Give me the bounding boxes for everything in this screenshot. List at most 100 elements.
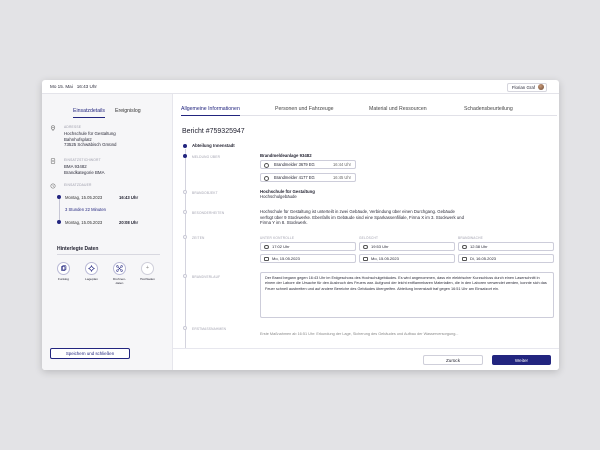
form-timeline-line (184, 149, 186, 349)
times-label: ZEITEN (192, 236, 205, 240)
report-title: Bericht #759325947 (182, 128, 245, 135)
form-footer: Zurück Weiter (173, 348, 559, 370)
clock-icon (50, 183, 56, 189)
sidebar-tabs: Einsatzdetails Ereignislog (42, 94, 172, 118)
department-dot (183, 143, 187, 148)
calendar-icon (462, 256, 467, 261)
tab-general[interactable]: Allgemeine Informationen (181, 106, 240, 116)
date-value: Di, 16.05.2023 (470, 255, 497, 261)
tab-ereignislog[interactable]: Ereignislog (115, 108, 141, 118)
timeline-start-dot (57, 195, 61, 199)
date-input-extinguished[interactable]: Mo, 15.05.2023 (359, 254, 455, 263)
department-name: Abteilung Innenstadt (192, 143, 235, 148)
current-date: Mo 15. Mai (50, 84, 73, 89)
stored-item-lageplan[interactable]: Lageplan (84, 262, 99, 286)
keyword-line: Brandkategorie BMA (64, 169, 105, 175)
description-dot (183, 210, 187, 214)
object-label: BRANDOBJEKT (192, 191, 218, 195)
main-content: Allgemeine Informationen Personen und Fa… (173, 94, 559, 370)
detector-item[interactable]: Brandmelder 3679 EG 16:44 Uhr (260, 160, 356, 169)
keyword-label: EINSATZSTICHWORT (64, 158, 101, 162)
stored-item-funklog[interactable]: Funklog (56, 262, 71, 286)
time-value: 12:38 Uhr (470, 243, 488, 249)
tab-material[interactable]: Material und Ressourcen (369, 106, 427, 112)
timeline-end-date: Montag, 15.05.2023 (65, 219, 103, 225)
address-label: ADRESSE (64, 125, 82, 129)
detector-icon (264, 162, 269, 168)
time-value: 17:02 Uhr (272, 243, 290, 249)
address-line: 73525 Schwäbisch Gmünd (64, 142, 117, 147)
time-col-label: UNTER KONTROLLE (260, 236, 295, 240)
address-block: ADRESSE Hochschule für Gestaltung Bahnho… (50, 125, 170, 155)
time-input-extinguished[interactable]: 19:53 Uhr (359, 242, 455, 251)
stored-data-list: Funklog Lageplan Drohnen-daten + Hochlad… (56, 262, 155, 286)
stored-item-drohnendaten[interactable]: Drohnen-daten (112, 262, 127, 286)
duration-label: EINSATZDAUER (64, 183, 92, 187)
stored-data-title: Hinterlegte Daten (57, 246, 99, 252)
timeline-end-dot (57, 220, 61, 224)
next-button[interactable]: Weiter (492, 355, 551, 365)
date-input-firewatch[interactable]: Di, 16.05.2023 (458, 254, 554, 263)
user-name: Florian Graf (511, 84, 535, 90)
stored-item-label: Lageplan (85, 277, 98, 281)
save-and-close-button[interactable]: Speichern und schließen (50, 348, 130, 359)
measures-text: Erste Maßnahmen ab 16:51 Uhr: Erkundung … (260, 332, 459, 336)
alarm-title: Brandmeldeanlage 93482 (260, 153, 312, 158)
time-input-firewatch[interactable]: 12:38 Uhr (458, 242, 554, 251)
back-button[interactable]: Zurück (423, 355, 483, 365)
detector-time: 16:44 Uhr (333, 162, 351, 167)
calendar-icon (264, 256, 269, 261)
plus-icon: + (141, 262, 154, 275)
calendar-icon (363, 256, 368, 261)
main-tabs: Allgemeine Informationen Personen und Fa… (181, 106, 557, 116)
measures-dot (183, 326, 187, 330)
time-input-control[interactable]: 17:02 Uhr (260, 242, 356, 251)
location-pin-icon (50, 125, 56, 131)
description-line: Firma Y im 8. Stockwerk. (260, 220, 308, 225)
timeline-start-time: 16:43 Uhr (119, 194, 139, 200)
measures-label: ERSTMASSNAHMEN (192, 327, 227, 331)
app-window: Mo 15. Mai 16:43 Uhr Florian Graf Einsat… (42, 80, 559, 370)
fire-course-textarea[interactable]: Der Brand begann gegen 16:43 Uhr im Erdg… (260, 272, 554, 318)
top-bar: Mo 15. Mai 16:43 Uhr Florian Graf (42, 80, 559, 94)
avatar (538, 84, 544, 90)
timeline-start-date: Montag, 15.05.2023 (65, 194, 103, 200)
tab-damage[interactable]: Schadensbeurteilung (464, 106, 513, 112)
tab-persons-vehicles[interactable]: Personen und Fahrzeuge (275, 106, 334, 112)
divider (57, 254, 160, 255)
keyword-block: EINSATZSTICHWORT BMA 93482 Brandkategori… (50, 158, 170, 178)
object-dot (183, 190, 187, 194)
upload-item[interactable]: + Hochladen (140, 262, 155, 286)
description-label: BESONDERHEITEN (192, 211, 225, 215)
detector-name: Brandmelder 4177 EG (274, 175, 315, 180)
radio-log-icon (57, 262, 70, 275)
time-col-label: GELÖSCHT (359, 236, 379, 240)
detector-time: 16:45 Uhr (333, 175, 351, 180)
clock-icon (462, 244, 467, 249)
alarm-dot (183, 154, 187, 158)
clock-icon (264, 244, 269, 249)
stored-item-label: Hochladen (140, 277, 155, 281)
document-icon (50, 158, 56, 164)
user-menu[interactable]: Florian Graf (506, 82, 547, 92)
drone-icon (113, 262, 126, 275)
detector-item[interactable]: Brandmelder 4177 EG 16:45 Uhr (260, 173, 356, 182)
date-value: Mo, 15.05.2023 (272, 255, 300, 261)
alarm-label: MELDUNG ÜBER (192, 155, 221, 159)
timeline-connector (58, 199, 60, 221)
date-input-control[interactable]: Mo, 15.05.2023 (260, 254, 356, 263)
sidebar: Einsatzdetails Ereignislog ADRESSE Hochs… (42, 94, 173, 370)
course-dot (183, 274, 187, 278)
current-time: 16:43 Uhr (76, 84, 97, 89)
duration-block: EINSATZDAUER (50, 183, 170, 193)
stored-item-label: Funklog (57, 277, 69, 281)
tab-einsatzdetails[interactable]: Einsatzdetails (73, 108, 106, 118)
detector-name: Brandmelder 3679 EG (274, 162, 315, 167)
timeline-end-time: 20:08 Uhr (119, 219, 139, 225)
time-value: 19:53 Uhr (371, 243, 389, 249)
course-label: BRANDVERLAUF (192, 275, 221, 279)
times-dot (183, 235, 187, 239)
time-col-label: BRANDWACHE (458, 236, 483, 240)
clock-icon (363, 244, 368, 249)
stored-item-label: Drohnen-daten (113, 277, 126, 285)
